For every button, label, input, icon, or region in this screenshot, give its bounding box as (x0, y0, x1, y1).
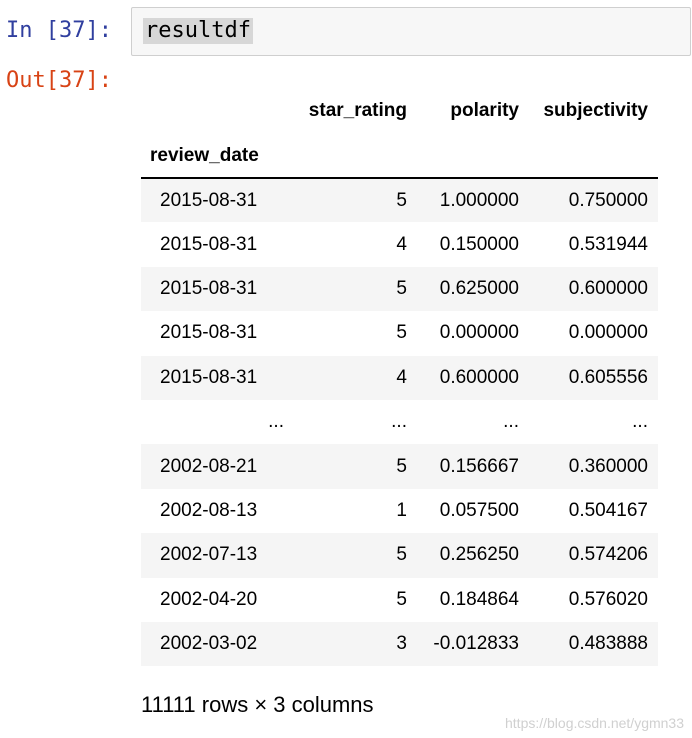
code-text[interactable]: resultdf (143, 18, 253, 44)
column-header-row: star_rating polarity subjectivity (141, 87, 658, 135)
table-cell: 3 (396, 633, 407, 655)
table-cell: ... (632, 411, 648, 433)
table-row: 2002-04-20 5 0.184864 0.576020 (141, 578, 658, 622)
row-index-cell: 2002-07-13 (160, 544, 258, 566)
table-cell: 0.504167 (568, 499, 648, 521)
index-name-spacer (407, 135, 519, 179)
row-index-cell: 2002-03-02 (160, 633, 258, 655)
table-cell: 0.156667 (439, 455, 519, 477)
input-prompt: In [37]: (6, 18, 112, 43)
table-row: 2002-08-13 1 0.057500 0.504167 (141, 489, 658, 533)
table-cell: 1.000000 (439, 189, 519, 211)
code-input-area[interactable]: resultdf (131, 7, 691, 56)
table-cell: 4 (396, 233, 407, 255)
column-header-subjectivity: subjectivity (543, 100, 648, 121)
table-cell: 0.000000 (439, 322, 519, 344)
table-cell: 5 (396, 455, 407, 477)
table-cell: -0.012833 (433, 633, 519, 655)
row-index-cell: 2002-08-21 (160, 455, 258, 477)
table-cell: ... (391, 411, 407, 433)
table-cell: 0.625000 (439, 277, 519, 299)
table-cell: 5 (396, 588, 407, 610)
table-cell: 0.360000 (568, 455, 648, 477)
table-row: ............ (141, 400, 658, 444)
table-cell: ... (503, 411, 519, 433)
dataframe-table: star_rating polarity subjectivity review… (141, 87, 658, 667)
index-name-spacer (284, 135, 407, 179)
index-corner-cell (141, 87, 284, 135)
table-cell: 5 (396, 544, 407, 566)
table-cell: 0.184864 (439, 588, 519, 610)
table-cell: 0.600000 (568, 277, 648, 299)
row-index-cell: 2002-04-20 (160, 588, 258, 610)
table-row: 2002-07-13 5 0.256250 0.574206 (141, 533, 658, 578)
table-cell: 0.574206 (568, 544, 648, 566)
table-row: 2002-08-21 5 0.156667 0.360000 (141, 444, 658, 489)
table-cell: 0.150000 (439, 233, 519, 255)
table-row: 2015-08-31 5 0.625000 0.600000 (141, 266, 658, 312)
table-cell: 0.605556 (568, 366, 648, 388)
index-name-row: review_date (141, 135, 658, 179)
table-cell: 0.600000 (439, 366, 519, 388)
watermark-text: https://blog.csdn.net/ygmn33 (505, 715, 684, 731)
table-row: 2015-08-31 4 0.600000 0.605556 (141, 355, 658, 400)
row-index-cell: 2015-08-31 (160, 366, 258, 388)
column-header-polarity: polarity (450, 100, 519, 121)
table-row: 2015-08-31 5 0.000000 0.000000 (141, 311, 658, 355)
index-name-spacer (519, 135, 658, 179)
table-cell: 5 (396, 189, 407, 211)
row-index-cell: ... (268, 411, 284, 433)
column-header-star-rating: star_rating (308, 100, 407, 121)
row-index-cell: 2015-08-31 (160, 233, 258, 255)
index-name-header: review_date (141, 135, 284, 179)
table-cell: 0.057500 (439, 499, 519, 521)
table-cell: 1 (396, 499, 407, 521)
table-cell: 0.576020 (568, 588, 648, 610)
table-cell: 0.750000 (568, 189, 648, 211)
table-row: 2002-03-02 3 -0.012833 0.483888 (141, 621, 658, 667)
row-index-cell: 2015-08-31 (160, 189, 258, 211)
output-prompt: Out[37]: (6, 68, 112, 93)
table-body: 2015-08-31 5 1.000000 0.750000 2015-08-31 4 0.… (141, 178, 658, 667)
table-cell: 5 (396, 277, 407, 299)
table-row: 2015-08-31 5 1.000000 0.750000 (141, 178, 658, 223)
dataframe-shape-text: 11111 rows × 3 columns (141, 692, 374, 717)
row-index-cell: 2015-08-31 (160, 322, 258, 344)
table-cell: 5 (396, 322, 407, 344)
table-cell: 0.483888 (568, 633, 648, 655)
table-cell: 4 (396, 366, 407, 388)
table-cell: 0.531944 (568, 233, 648, 255)
table-row: 2015-08-31 4 0.150000 0.531944 (141, 222, 658, 266)
table-cell: 0.000000 (568, 322, 648, 344)
row-index-cell: 2015-08-31 (160, 277, 258, 299)
table-cell: 0.256250 (439, 544, 519, 566)
row-index-cell: 2002-08-13 (160, 499, 258, 521)
